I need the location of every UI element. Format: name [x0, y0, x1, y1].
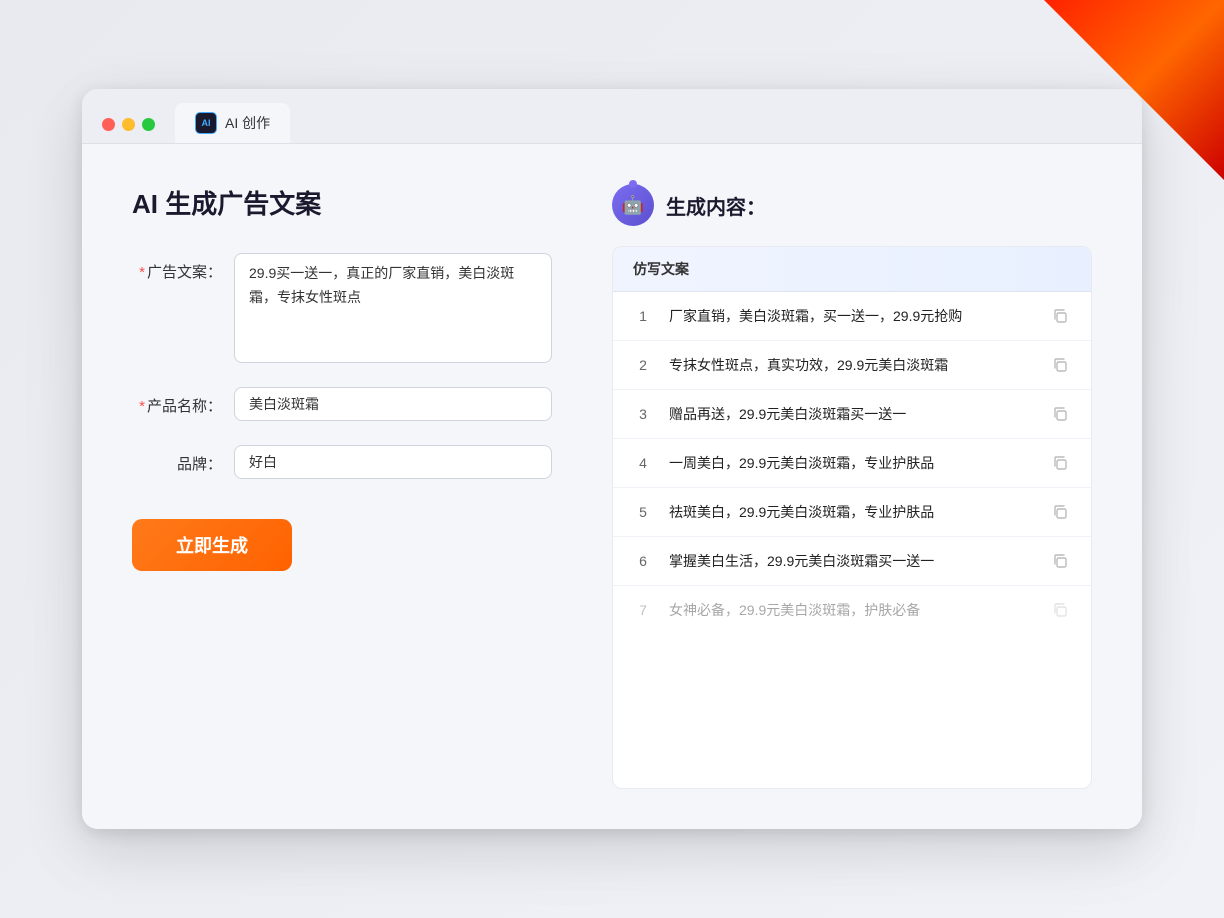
required-star-product: * — [139, 398, 145, 415]
row-text: 厂家直销，美白淡斑霜，买一送一，29.9元抢购 — [669, 306, 1033, 327]
main-content: AI 生成广告文案 *广告文案： *产品名称： 品牌： 立 — [82, 144, 1142, 829]
row-text: 赠品再送，29.9元美白淡斑霜买一送一 — [669, 404, 1033, 425]
row-number: 2 — [633, 357, 653, 373]
copy-icon[interactable] — [1049, 550, 1071, 572]
results-header: 仿写文案 — [613, 247, 1091, 292]
ad-copy-input[interactable] — [234, 253, 552, 363]
row-text: 女神必备，29.9元美白淡斑霜，护肤必备 — [669, 600, 1033, 621]
brand-input[interactable] — [234, 445, 552, 479]
results-container: 仿写文案 1 厂家直销，美白淡斑霜，买一送一，29.9元抢购 2 专抹女性斑点，真实功… — [612, 246, 1092, 789]
submit-button[interactable]: 立即生成 — [132, 519, 292, 571]
copy-icon[interactable] — [1049, 501, 1071, 523]
form-group-ad-copy: *广告文案： — [132, 253, 552, 363]
close-button[interactable] — [102, 118, 115, 131]
result-row: 6 掌握美白生活，29.9元美白淡斑霜买一送一 — [613, 537, 1091, 586]
tab-label: AI 创作 — [225, 113, 270, 133]
row-text: 一周美白，29.9元美白淡斑霜，专业护肤品 — [669, 453, 1033, 474]
row-text: 专抹女性斑点，真实功效，29.9元美白淡斑霜 — [669, 355, 1033, 376]
output-header: 🤖 生成内容： — [612, 184, 1092, 226]
result-row: 5 祛斑美白，29.9元美白淡斑霜，专业护肤品 — [613, 488, 1091, 537]
results-list: 1 厂家直销，美白淡斑霜，买一送一，29.9元抢购 2 专抹女性斑点，真实功效，29.… — [613, 292, 1091, 634]
row-text: 掌握美白生活，29.9元美白淡斑霜买一送一 — [669, 551, 1033, 572]
required-star-ad: * — [139, 264, 145, 281]
copy-icon[interactable] — [1049, 354, 1071, 376]
brand-label: 品牌： — [132, 445, 222, 474]
row-number: 7 — [633, 602, 653, 618]
row-text: 祛斑美白，29.9元美白淡斑霜，专业护肤品 — [669, 502, 1033, 523]
row-number: 5 — [633, 504, 653, 520]
right-panel: 🤖 生成内容： 仿写文案 1 厂家直销，美白淡斑霜，买一送一，29.9元抢购 2 专抹… — [612, 184, 1092, 789]
maximize-button[interactable] — [142, 118, 155, 131]
ai-tab-icon: AI — [195, 112, 217, 134]
output-title: 生成内容： — [666, 191, 766, 220]
result-row: 7 女神必备，29.9元美白淡斑霜，护肤必备 — [613, 586, 1091, 634]
row-number: 1 — [633, 308, 653, 324]
page-title: AI 生成广告文案 — [132, 184, 552, 221]
form-group-brand: 品牌： — [132, 445, 552, 479]
copy-icon[interactable] — [1049, 305, 1071, 327]
form-group-product-name: *产品名称： — [132, 387, 552, 421]
tab-ai-creation[interactable]: AI AI 创作 — [175, 103, 290, 143]
result-row: 4 一周美白，29.9元美白淡斑霜，专业护肤品 — [613, 439, 1091, 488]
copy-icon[interactable] — [1049, 452, 1071, 474]
robot-icon: 🤖 — [612, 184, 654, 226]
result-row: 1 厂家直销，美白淡斑霜，买一送一，29.9元抢购 — [613, 292, 1091, 341]
product-name-label: *产品名称： — [132, 387, 222, 416]
result-row: 2 专抹女性斑点，真实功效，29.9元美白淡斑霜 — [613, 341, 1091, 390]
row-number: 4 — [633, 455, 653, 471]
left-panel: AI 生成广告文案 *广告文案： *产品名称： 品牌： 立 — [132, 184, 552, 789]
row-number: 3 — [633, 406, 653, 422]
product-name-input[interactable] — [234, 387, 552, 421]
result-row: 3 赠品再送，29.9元美白淡斑霜买一送一 — [613, 390, 1091, 439]
window-controls — [102, 118, 155, 143]
title-bar: AI AI 创作 — [82, 89, 1142, 144]
row-number: 6 — [633, 553, 653, 569]
ad-copy-label: *广告文案： — [132, 253, 222, 282]
copy-icon[interactable] — [1049, 403, 1071, 425]
minimize-button[interactable] — [122, 118, 135, 131]
copy-icon[interactable] — [1049, 599, 1071, 621]
browser-window: AI AI 创作 AI 生成广告文案 *广告文案： *产品名称： — [82, 89, 1142, 829]
